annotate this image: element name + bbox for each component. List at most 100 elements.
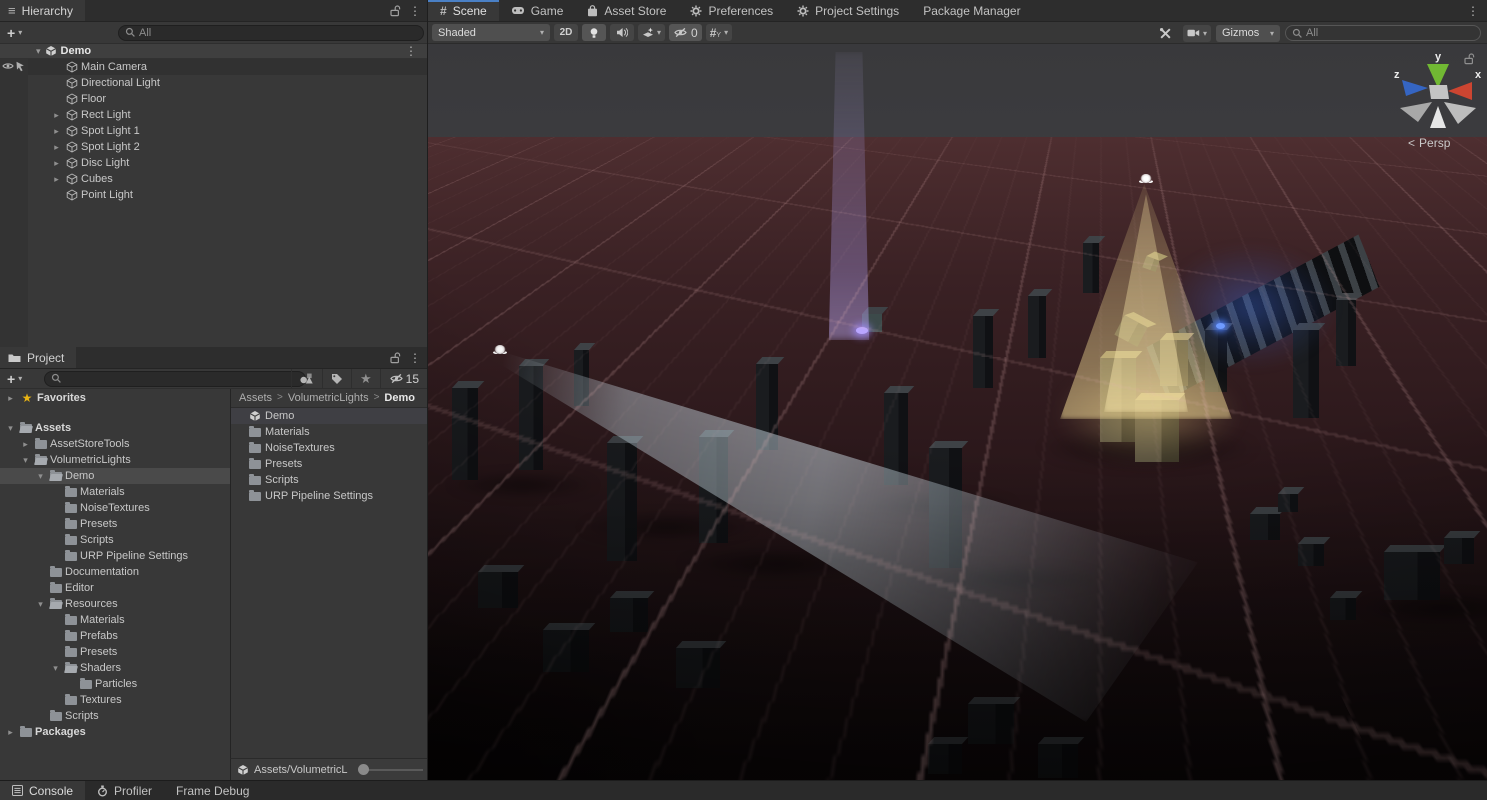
expand-arrow-icon[interactable] [50, 126, 63, 137]
project-tree-item[interactable]: NoiseTextures [0, 500, 230, 516]
hierarchy-item[interactable]: Point Light [28, 187, 427, 203]
scene-view-tab[interactable]: Project Settings [785, 0, 911, 21]
expand-arrow-icon[interactable] [50, 110, 63, 121]
asset-item[interactable]: Scripts [231, 472, 427, 488]
project-tree-item[interactable]: Particles [0, 676, 230, 692]
neg-axis-cone[interactable] [1400, 102, 1432, 122]
neg-axis-cone[interactable] [1430, 106, 1446, 128]
scene-search-input[interactable] [1306, 27, 1474, 39]
gizmos-dropdown[interactable]: Gizmos [1216, 25, 1280, 42]
filter-by-label-button[interactable] [322, 369, 351, 389]
breadcrumb-segment[interactable]: Assets > [239, 392, 283, 404]
hierarchy-search-input[interactable] [139, 27, 417, 39]
create-button[interactable]: + [7, 25, 15, 41]
project-tree-item[interactable]: Materials [0, 484, 230, 500]
project-tree-item[interactable]: Materials [0, 612, 230, 628]
scene-visibility-toggle[interactable]: 0 [669, 24, 702, 41]
project-tree-item[interactable]: Resources [0, 596, 230, 612]
tools-button[interactable] [1154, 25, 1178, 42]
y-axis-cone[interactable] [1427, 64, 1449, 88]
filter-by-type-button[interactable] [291, 369, 322, 389]
project-tree-item[interactable]: Presets [0, 644, 230, 660]
2d-toggle[interactable]: 2D [554, 24, 578, 41]
breadcrumb-label[interactable]: VolumetricLights [288, 392, 369, 404]
disclosure-arrow-icon[interactable] [4, 727, 17, 738]
grid-snap-dropdown[interactable]: # Y [706, 24, 732, 41]
scene-root-row[interactable]: Demo [0, 44, 427, 59]
chevron-down-icon[interactable] [36, 45, 41, 57]
project-tree-item[interactable]: Prefabs [0, 628, 230, 644]
bottom-tab[interactable]: Profiler [85, 781, 164, 800]
viewport[interactable]: y x z Persp [428, 44, 1487, 780]
neg-axis-cone[interactable] [1444, 102, 1476, 124]
x-axis-cone[interactable] [1448, 82, 1472, 100]
disclosure-arrow-icon[interactable] [4, 423, 17, 434]
project-tree-item[interactable]: Editor [0, 580, 230, 596]
disclosure-arrow-icon[interactable] [34, 599, 47, 610]
project-tree-item[interactable]: AssetStoreTools [0, 436, 230, 452]
gizmo-center-cube[interactable] [1429, 85, 1449, 99]
scene-menu-icon[interactable] [405, 45, 417, 57]
lighting-toggle[interactable] [582, 24, 606, 41]
expand-arrow-icon[interactable] [50, 158, 63, 169]
spotlight-gizmo-icon[interactable] [1140, 174, 1152, 183]
expand-arrow-icon[interactable] [50, 174, 63, 185]
bottom-tab[interactable]: Frame Debug [164, 781, 261, 800]
project-tree-item[interactable]: Scripts [0, 708, 230, 724]
hierarchy-item[interactable]: Directional Light [28, 75, 427, 91]
perspective-toggle[interactable]: Persp [1408, 136, 1450, 150]
asset-item[interactable]: Materials [231, 424, 427, 440]
scene-view-tab[interactable]: Scene [428, 0, 499, 21]
asset-item[interactable]: Presets [231, 456, 427, 472]
project-tree-item[interactable]: Presets [0, 516, 230, 532]
panel-menu-icon[interactable] [409, 352, 421, 364]
project-search[interactable] [44, 371, 306, 387]
project-tab[interactable]: Project [0, 347, 76, 368]
scene-view-tab[interactable]: Game [499, 0, 576, 21]
project-tree-item[interactable]: Textures [0, 692, 230, 708]
lock-icon[interactable] [390, 352, 401, 364]
camera-settings-dropdown[interactable] [1183, 25, 1211, 42]
spotlight-gizmo-icon[interactable] [494, 345, 506, 354]
asset-item[interactable]: URP Pipeline Settings [231, 488, 427, 504]
lock-icon[interactable] [390, 5, 401, 17]
create-button[interactable]: + [7, 371, 15, 387]
shading-mode-dropdown[interactable]: Shaded [432, 24, 550, 41]
hierarchy-item[interactable]: Spot Light 2 [28, 139, 427, 155]
project-tree-item[interactable]: Documentation [0, 564, 230, 580]
project-search-input[interactable] [65, 373, 299, 385]
hierarchy-item[interactable]: Disc Light [28, 155, 427, 171]
favorites-filter-button[interactable]: ★ [351, 369, 380, 389]
window-menu-icon[interactable] [1467, 5, 1479, 17]
create-caret-icon[interactable] [18, 28, 22, 37]
project-tree-item[interactable]: Scripts [0, 532, 230, 548]
asset-item[interactable]: Demo [231, 408, 427, 424]
disclosure-arrow-icon[interactable] [4, 393, 17, 404]
project-tree-item[interactable]: Assets [0, 420, 230, 436]
breadcrumb-segment[interactable]: VolumetricLights > [288, 392, 380, 404]
hierarchy-item[interactable]: Main Camera [28, 59, 427, 75]
project-tree-item[interactable]: Shaders [0, 660, 230, 676]
scene-view-tab[interactable]: Asset Store [575, 0, 678, 21]
project-tree-item[interactable]: URP Pipeline Settings [0, 548, 230, 564]
breadcrumb-label[interactable]: Assets [239, 392, 272, 404]
scene-search[interactable] [1285, 25, 1481, 41]
eye-icon[interactable] [2, 61, 14, 71]
panel-menu-icon[interactable] [409, 5, 421, 17]
disclosure-arrow-icon[interactable] [34, 471, 47, 482]
asset-item[interactable]: NoiseTextures [231, 440, 427, 456]
bottom-tab[interactable]: Console [0, 781, 85, 800]
scene-view-tab[interactable]: Package Manager [911, 0, 1032, 21]
hierarchy-item[interactable]: Spot Light 1 [28, 123, 427, 139]
project-tree-item[interactable]: VolumetricLights [0, 452, 230, 468]
zoom-slider-knob[interactable] [358, 764, 369, 775]
disclosure-arrow-icon[interactable] [49, 663, 62, 674]
hierarchy-item[interactable]: Floor [28, 91, 427, 107]
hierarchy-tab[interactable]: Hierarchy [0, 0, 85, 21]
hierarchy-item[interactable]: Cubes [28, 171, 427, 187]
z-axis-cone[interactable] [1402, 80, 1428, 96]
audio-toggle[interactable] [610, 24, 634, 41]
effects-dropdown[interactable] [638, 24, 665, 41]
expand-arrow-icon[interactable] [50, 142, 63, 153]
hidden-items-toggle[interactable]: 15 [380, 369, 427, 389]
